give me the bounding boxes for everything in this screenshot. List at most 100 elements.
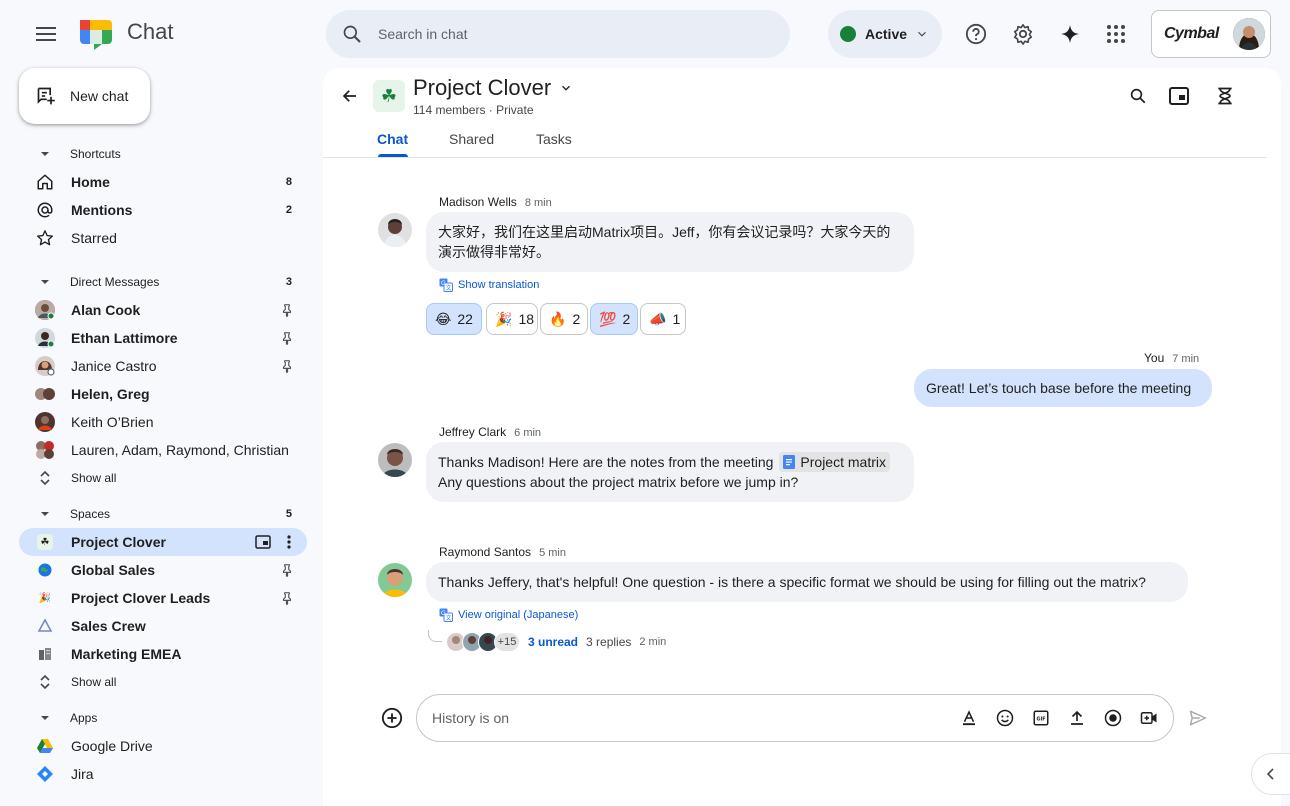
search-bar[interactable] bbox=[326, 10, 790, 58]
sidebar-item-mentions[interactable]: Mentions 2 bbox=[19, 196, 307, 224]
gear-icon bbox=[1013, 24, 1033, 45]
more-vert-icon[interactable] bbox=[287, 535, 291, 549]
shortcuts-section-header[interactable]: Shortcuts bbox=[19, 140, 307, 168]
apps-section-header[interactable]: Apps bbox=[19, 704, 307, 732]
format-text-icon bbox=[963, 710, 975, 726]
spaces-section-header[interactable]: Spaces 5 bbox=[19, 500, 307, 528]
sidebar-app-jira[interactable]: Jira bbox=[19, 760, 307, 788]
message-bubble[interactable]: Thanks Madison! Here are the notes from … bbox=[426, 442, 914, 502]
reaction-emoji: 🔥 bbox=[549, 310, 567, 327]
avatar bbox=[378, 443, 412, 477]
gemini-button[interactable] bbox=[1052, 16, 1088, 52]
sidebar-space-global-sales[interactable]: Global Sales bbox=[19, 556, 307, 584]
emoji-button[interactable] bbox=[993, 706, 1017, 730]
space-title-dropdown[interactable]: Project Clover bbox=[413, 75, 573, 101]
space-title: Project Clover bbox=[413, 75, 552, 100]
reaction-chip[interactable]: 💯 2 bbox=[590, 303, 638, 335]
tab-chat[interactable]: Chat bbox=[377, 131, 408, 147]
format-text-button[interactable] bbox=[957, 706, 981, 730]
sidebar-space-marketing-emea[interactable]: Marketing EMEA bbox=[19, 640, 307, 668]
sidebar-dm-janice-castro[interactable]: Janice Castro bbox=[19, 352, 307, 380]
search-space-button[interactable] bbox=[1120, 78, 1156, 114]
reaction-count: 22 bbox=[457, 311, 473, 327]
apps-button[interactable] bbox=[1098, 16, 1134, 52]
sidebar-dm-keith-obrien[interactable]: Keith O’Brien bbox=[19, 408, 307, 436]
expand-icon bbox=[40, 470, 50, 486]
home-icon bbox=[37, 174, 53, 190]
dm-show-all[interactable]: Show all bbox=[19, 464, 307, 492]
view-original-link[interactable]: G文 View original (Japanese) bbox=[439, 608, 578, 622]
back-button[interactable] bbox=[336, 82, 364, 110]
message-header: Madison Wells 8 min bbox=[439, 195, 552, 209]
help-button[interactable] bbox=[958, 16, 994, 52]
message-header: You 7 min bbox=[1144, 351, 1199, 365]
status-dropdown[interactable]: Active bbox=[828, 10, 942, 58]
video-meeting-button[interactable] bbox=[1137, 706, 1161, 730]
search-input[interactable] bbox=[378, 26, 758, 42]
account-button[interactable]: Cymbal bbox=[1151, 10, 1271, 58]
expand-icon bbox=[40, 674, 50, 690]
send-button[interactable] bbox=[1180, 700, 1216, 736]
message-input[interactable] bbox=[432, 710, 952, 726]
spaces-show-all[interactable]: Show all bbox=[19, 668, 307, 696]
sidebar-dm-group-lauren[interactable]: Lauren, Adam, Raymond, Christian bbox=[19, 436, 307, 464]
message-composer[interactable]: GIF bbox=[416, 694, 1174, 742]
reaction-chip[interactable]: 🔥 2 bbox=[540, 303, 588, 335]
message-bubble[interactable]: Great! Let’s touch base before the meeti… bbox=[914, 369, 1212, 407]
sidebar-item-label: Helen, Greg bbox=[71, 386, 150, 402]
message-time: 8 min bbox=[524, 197, 552, 209]
sidebar-item-starred[interactable]: Starred bbox=[19, 224, 307, 252]
pin-icon[interactable] bbox=[280, 331, 294, 345]
pin-icon[interactable] bbox=[280, 563, 294, 577]
sidebar-space-project-clover-leads[interactable]: 🎉 Project Clover Leads bbox=[19, 584, 307, 612]
add-attachment-button[interactable] bbox=[374, 700, 410, 736]
threads-button[interactable] bbox=[1207, 78, 1243, 114]
chevron-down-icon bbox=[562, 85, 571, 91]
settings-button[interactable] bbox=[1005, 16, 1041, 52]
doc-chip-project-matrix[interactable]: Project matrix bbox=[779, 452, 890, 472]
open-in-window-icon[interactable] bbox=[255, 535, 271, 549]
sidebar-item-label: Home bbox=[71, 174, 110, 190]
expand-side-panel-button[interactable] bbox=[1251, 753, 1290, 795]
chevron-down-icon bbox=[918, 31, 926, 37]
upload-button[interactable] bbox=[1065, 706, 1089, 730]
tab-tasks[interactable]: Tasks bbox=[536, 131, 572, 147]
emoji-icon bbox=[996, 709, 1014, 727]
message-time: 6 min bbox=[514, 427, 542, 439]
more-participants-count: +15 bbox=[494, 632, 520, 652]
reaction-chip[interactable]: 🎉 18 bbox=[486, 303, 538, 335]
at-icon bbox=[37, 202, 53, 218]
thread-summary[interactable]: +15 3 unread 3 replies 2 min bbox=[446, 632, 666, 652]
sidebar-item-home[interactable]: Home 8 bbox=[19, 168, 307, 196]
sidebar-space-project-clover[interactable]: ☘ Project Clover bbox=[19, 528, 307, 556]
sidebar-dm-ethan-lattimore[interactable]: Ethan Lattimore bbox=[19, 324, 307, 352]
message-bubble[interactable]: 大家好，我们在这里启动Matrix项目。Jeff，你有会议记录吗？大家今天的 演… bbox=[426, 212, 914, 272]
main-menu-button[interactable] bbox=[30, 18, 62, 50]
sidebar-space-sales-crew[interactable]: Sales Crew bbox=[19, 612, 307, 640]
new-chat-button[interactable]: New chat bbox=[19, 68, 150, 124]
apps-grid-icon bbox=[1107, 25, 1125, 43]
record-button[interactable] bbox=[1101, 706, 1125, 730]
sidebar-item-label: Ethan Lattimore bbox=[71, 330, 178, 346]
sidebar-dm-alan-cook[interactable]: Alan Cook bbox=[19, 296, 307, 324]
add-circle-icon bbox=[381, 707, 403, 729]
sidebar-app-google-drive[interactable]: Google Drive bbox=[19, 732, 307, 760]
message-text: 大家好，我们在这里启动Matrix项目。Jeff，你有会议记录吗？大家今天的 bbox=[438, 224, 891, 240]
avatar bbox=[35, 356, 55, 376]
dm-section-header[interactable]: Direct Messages 3 bbox=[19, 268, 307, 296]
pin-icon[interactable] bbox=[280, 359, 294, 373]
sidebar-dm-helen-greg[interactable]: Helen, Greg bbox=[19, 380, 307, 408]
thread-unread-count: 3 unread bbox=[528, 635, 579, 649]
open-in-window-button[interactable] bbox=[1161, 78, 1197, 114]
sidebar-item-label: Project Clover bbox=[71, 534, 166, 550]
pin-icon[interactable] bbox=[280, 591, 294, 605]
message-bubble[interactable]: Thanks Jeffery, that's helpful! One ques… bbox=[426, 562, 1188, 602]
chat-logo bbox=[78, 16, 114, 52]
sidebar-item-label: Global Sales bbox=[71, 562, 156, 578]
reaction-chip[interactable]: 😂 22 bbox=[426, 303, 482, 335]
gif-button[interactable]: GIF bbox=[1029, 706, 1053, 730]
reaction-chip[interactable]: 📣 1 bbox=[640, 303, 686, 335]
show-translation-link[interactable]: G文 Show translation bbox=[439, 278, 539, 292]
tab-shared[interactable]: Shared bbox=[449, 131, 494, 147]
pin-icon[interactable] bbox=[280, 303, 294, 317]
